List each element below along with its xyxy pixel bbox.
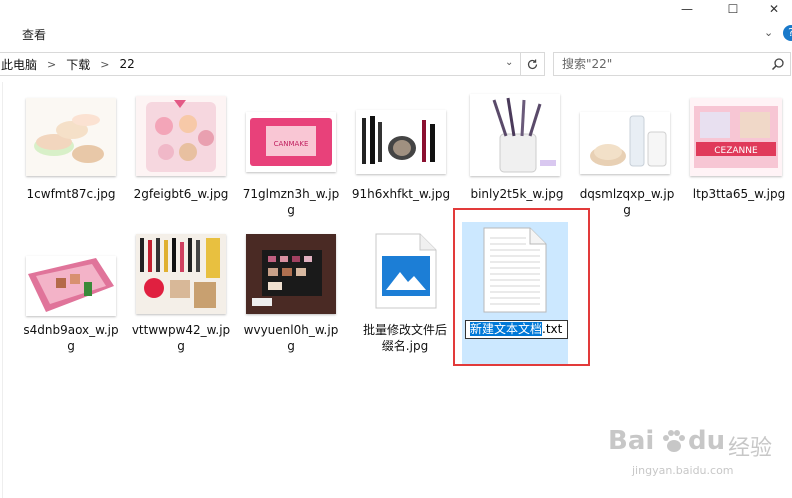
image-thumbnail: CEZANNE [690,98,782,176]
paw-icon [663,430,685,452]
baidu-watermark: Bai du 经验 jingyan.baidu.com [608,426,773,477]
svg-text:CEZANNE: CEZANNE [714,146,758,156]
image-thumbnail [26,256,116,316]
tab-view[interactable]: 查看 [22,26,46,43]
ribbon: 查看 ⌄ ? [0,18,792,48]
breadcrumb-this-pc[interactable]: 此电脑 [0,56,39,73]
search-icon[interactable] [770,56,786,72]
help-icon[interactable]: ? [783,25,792,41]
close-icon: ✕ [768,2,780,16]
chevron-right-icon[interactable]: > [39,58,64,71]
svg-text:CANMAKE: CANMAKE [274,140,309,148]
refresh-button[interactable] [521,52,545,76]
image-thumbnail [136,234,226,314]
address-bar[interactable]: 此电脑 > 下载 > 22 ⌄ [0,52,521,76]
breadcrumb: 此电脑 > 下载 > 22 [0,53,137,75]
file-name: 2gfeigbt6_w.jpg [133,187,229,201]
image-thumbnail [470,94,560,176]
image-thumbnail [246,234,336,314]
title-bar: — ☐ ✕ [0,0,792,18]
close-button[interactable]: ✕ [756,0,792,18]
file-name: 91h6xhfkt_w.jpg [351,187,451,201]
image-thumbnail [580,112,670,174]
file-name: binly2t5k_w.jpg [470,187,564,201]
maximize-button[interactable]: ☐ [710,0,756,18]
address-dropdown-icon[interactable]: ⌄ [505,57,513,68]
minimize-icon: — [681,2,693,16]
address-row: 此电脑 > 下载 > 22 ⌄ [0,52,792,78]
file-name: vttwwpw42_w.jp g [131,323,231,353]
file-name: 1cwfmt87c.jpg [26,187,116,201]
breadcrumb-folder[interactable]: 22 [117,57,136,71]
file-name: wvyuenl0h_w.jp g [243,323,339,353]
file-name: ltp3tta65_w.jpg [692,187,786,201]
image-file-icon [374,232,438,310]
breadcrumb-downloads[interactable]: 下载 [64,56,92,73]
maximize-icon: ☐ [727,2,739,16]
ribbon-expand-icon[interactable]: ⌄ [764,26,773,39]
file-name: 71glmzn3h_w.jp g [242,187,340,217]
chevron-right-icon[interactable]: > [92,58,117,71]
minimize-button[interactable]: — [664,0,710,18]
refresh-icon [527,59,538,69]
file-name: 批量修改文件后 缀名.jpg [362,323,447,353]
image-thumbnail [356,110,446,174]
image-thumbnail [136,96,226,176]
image-thumbnail [26,98,116,176]
search-input[interactable] [562,56,762,72]
file-name: s4dnb9aox_w.jp g [23,323,119,353]
image-thumbnail: CANMAKE [246,112,336,172]
search-box [553,52,791,76]
highlight-frame [453,208,590,366]
